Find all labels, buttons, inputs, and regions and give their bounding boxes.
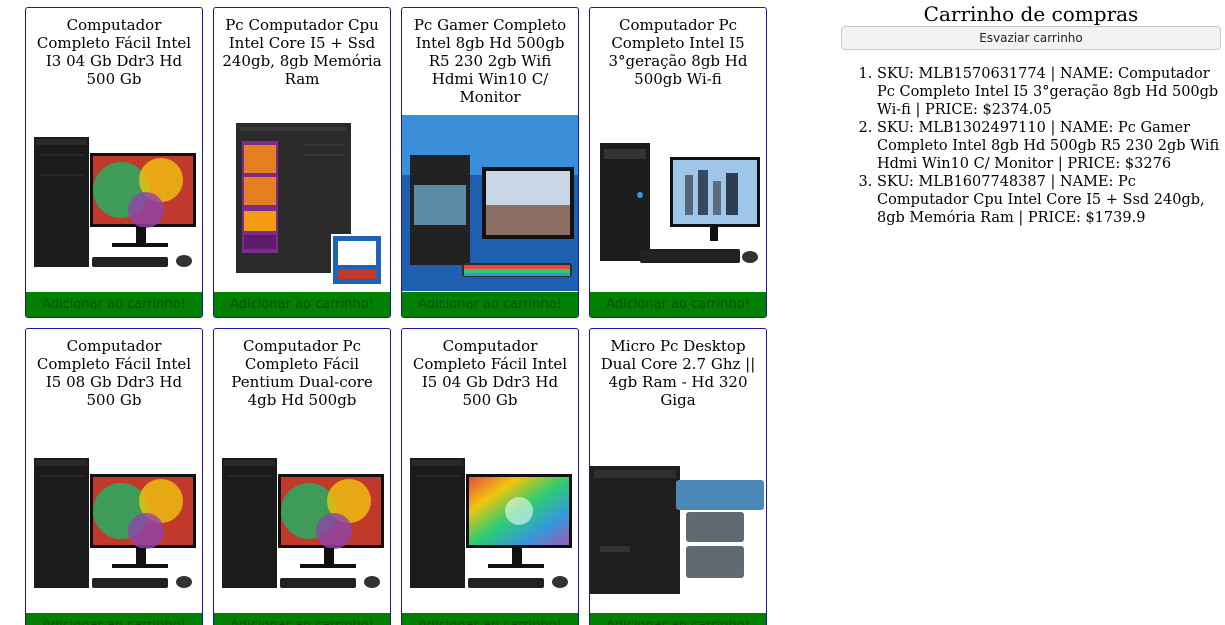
product-card: Pc Computador Cpu Intel Core I5 + Ssd 24…: [213, 7, 391, 318]
cart-title: Carrinho de compras: [923, 2, 1139, 26]
product-card: Micro Pc Desktop Dual Core 2.7 Ghz || 4g…: [589, 328, 767, 625]
cart-item: SKU: MLB1570631774 | NAME: Computador Pc…: [877, 65, 1221, 119]
page: Computador Completo Fácil Intel I3 04 Gb…: [0, 0, 1225, 625]
product-card: Pc Gamer Completo Intel 8gb Hd 500gb R5 …: [401, 7, 579, 318]
product-image: [26, 115, 202, 291]
product-title: Computador Completo Fácil Intel I3 04 Gb…: [36, 16, 192, 88]
product-image: [402, 115, 578, 291]
add-to-cart-button[interactable]: Adicionar ao carrinho!: [590, 613, 766, 625]
product-image: [26, 436, 202, 612]
product-image: [590, 436, 766, 612]
cart-item: SKU: MLB1302497110 | NAME: Pc Gamer Comp…: [877, 119, 1221, 173]
product-title: Computador Pc Completo Intel I5 3°geraçã…: [608, 16, 748, 88]
add-to-cart-button[interactable]: Adicionar ao carrinho!: [26, 292, 202, 317]
product-card: Computador Completo Fácil Intel I5 04 Gb…: [401, 328, 579, 625]
product-image: [590, 115, 766, 291]
add-to-cart-button[interactable]: Adicionar ao carrinho!: [214, 613, 390, 625]
add-to-cart-button[interactable]: Adicionar ao carrinho!: [214, 292, 390, 317]
product-title: Micro Pc Desktop Dual Core 2.7 Ghz || 4g…: [600, 337, 756, 409]
product-title: Computador Completo Fácil Intel I5 08 Gb…: [36, 337, 192, 409]
product-card: Computador Pc Completo Fácil Pentium Dua…: [213, 328, 391, 625]
empty-cart-button[interactable]: Esvaziar carrinho: [841, 26, 1221, 50]
product-title: Pc Computador Cpu Intel Core I5 + Ssd 24…: [222, 16, 382, 88]
product-card: Computador Pc Completo Intel I5 3°geraçã…: [589, 7, 767, 318]
product-card: Computador Completo Fácil Intel I5 08 Gb…: [25, 328, 203, 625]
shopping-cart-panel: Carrinho de compras Esvaziar carrinho SK…: [841, 3, 1221, 227]
product-title: Computador Pc Completo Fácil Pentium Dua…: [231, 337, 373, 409]
product-card: Computador Completo Fácil Intel I3 04 Gb…: [25, 7, 203, 318]
cart-item-list: SKU: MLB1570631774 | NAME: Computador Pc…: [841, 65, 1221, 227]
product-image: [402, 436, 578, 612]
product-image: [214, 436, 390, 612]
product-title: Pc Gamer Completo Intel 8gb Hd 500gb R5 …: [413, 16, 567, 106]
add-to-cart-button[interactable]: Adicionar ao carrinho!: [402, 613, 578, 625]
cart-item: SKU: MLB1607748387 | NAME: Pc Computador…: [877, 173, 1221, 227]
product-title: Computador Completo Fácil Intel I5 04 Gb…: [412, 337, 568, 409]
product-grid: Computador Completo Fácil Intel I3 04 Gb…: [25, 7, 767, 625]
add-to-cart-button[interactable]: Adicionar ao carrinho!: [590, 292, 766, 317]
add-to-cart-button[interactable]: Adicionar ao carrinho!: [402, 292, 578, 317]
add-to-cart-button[interactable]: Adicionar ao carrinho!: [26, 613, 202, 625]
product-image: [214, 115, 390, 291]
